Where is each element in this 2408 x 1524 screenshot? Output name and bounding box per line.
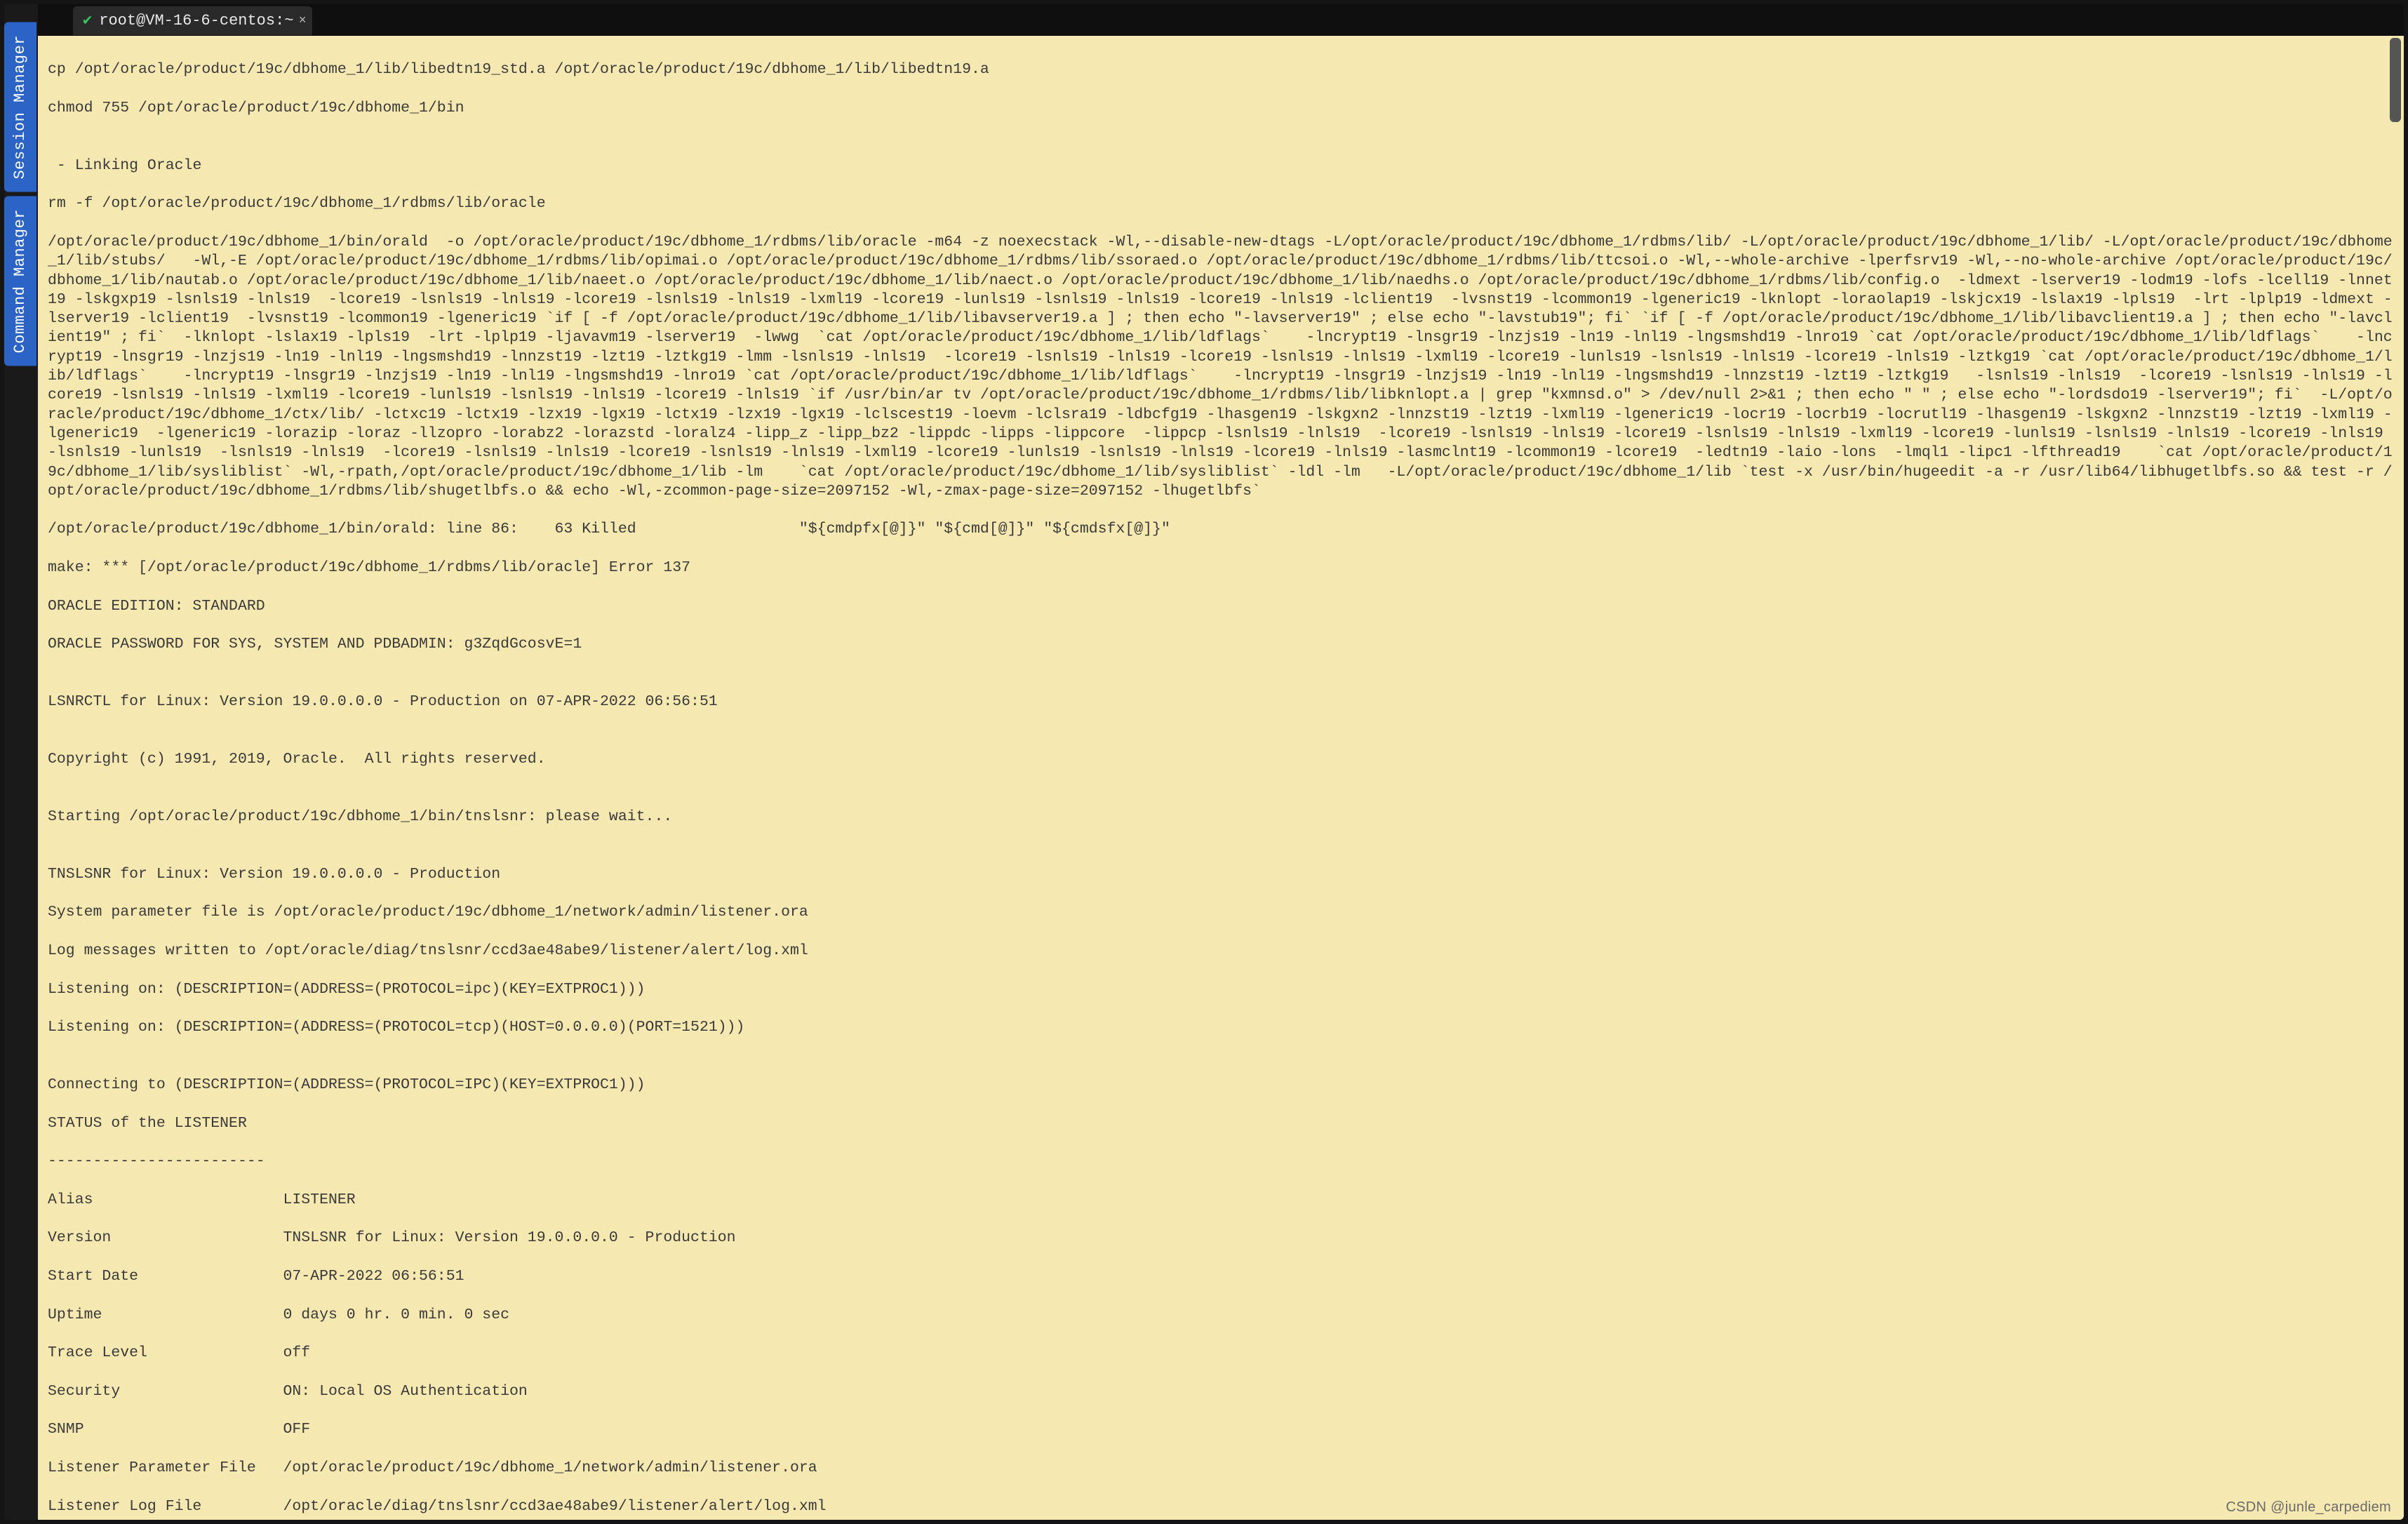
term-line: rm -f /opt/oracle/product/19c/dbhome_1/r… xyxy=(48,194,2394,213)
check-icon: ✔ xyxy=(83,13,92,29)
side-tab-panel: Session Manager Command Manager xyxy=(4,22,36,366)
term-line: STATUS of the LISTENER xyxy=(48,1114,2394,1133)
close-icon[interactable]: × xyxy=(299,14,307,28)
terminal-window: Session Manager Command Manager ✔ root@V… xyxy=(4,4,2404,1520)
term-line: LSNRCTL for Linux: Version 19.0.0.0.0 - … xyxy=(48,693,2394,711)
term-line: Uptime 0 days 0 hr. 0 min. 0 sec xyxy=(48,1306,2394,1325)
term-line: Listener Log File /opt/oracle/diag/tnsls… xyxy=(48,1497,2394,1516)
terminal-tab[interactable]: ✔ root@VM-16-6-centos:~ × xyxy=(73,6,312,35)
tab-title: root@VM-16-6-centos:~ xyxy=(99,12,293,29)
term-line: ORACLE EDITION: STANDARD xyxy=(48,597,2394,616)
term-line: Log messages written to /opt/oracle/diag… xyxy=(48,942,2394,961)
tab-bar: ✔ root@VM-16-6-centos:~ × xyxy=(38,4,2404,36)
session-manager-tab[interactable]: Session Manager xyxy=(4,22,36,192)
watermark-text: CSDN @junle_carpediem xyxy=(2226,1499,2391,1516)
term-line: TNSLSNR for Linux: Version 19.0.0.0.0 - … xyxy=(48,865,2394,884)
term-line: System parameter file is /opt/oracle/pro… xyxy=(48,903,2394,922)
term-line: - Linking Oracle xyxy=(48,156,2394,175)
term-line: Start Date 07-APR-2022 06:56:51 xyxy=(48,1267,2394,1286)
vertical-scrollbar[interactable] xyxy=(2387,35,2404,1516)
main-area: ✔ root@VM-16-6-centos:~ × cp /opt/oracle… xyxy=(38,4,2404,1520)
term-line: /opt/oracle/product/19c/dbhome_1/bin/ora… xyxy=(48,233,2394,501)
term-line: SNMP OFF xyxy=(48,1420,2394,1439)
term-line: Connecting to (DESCRIPTION=(ADDRESS=(PRO… xyxy=(48,1076,2394,1095)
term-line: Copyright (c) 1991, 2019, Oracle. All ri… xyxy=(48,750,2394,769)
term-line: Listening on: (DESCRIPTION=(ADDRESS=(PRO… xyxy=(48,1018,2394,1037)
term-line: Security ON: Local OS Authentication xyxy=(48,1382,2394,1401)
command-manager-tab[interactable]: Command Manager xyxy=(4,196,36,366)
term-line: Starting /opt/oracle/product/19c/dbhome_… xyxy=(48,808,2394,827)
term-line: ------------------------ xyxy=(48,1152,2394,1171)
term-line: Alias LISTENER xyxy=(48,1191,2394,1210)
term-line: Listening on: (DESCRIPTION=(ADDRESS=(PRO… xyxy=(48,980,2394,999)
term-line: /opt/oracle/product/19c/dbhome_1/bin/ora… xyxy=(48,520,2394,539)
terminal-output[interactable]: cp /opt/oracle/product/19c/dbhome_1/lib/… xyxy=(38,36,2404,1520)
term-line: Version TNSLSNR for Linux: Version 19.0.… xyxy=(48,1229,2394,1248)
scrollbar-thumb[interactable] xyxy=(2390,38,2401,122)
term-line: chmod 755 /opt/oracle/product/19c/dbhome… xyxy=(48,99,2394,118)
term-line: Trace Level off xyxy=(48,1344,2394,1363)
term-line: make: *** [/opt/oracle/product/19c/dbhom… xyxy=(48,559,2394,577)
term-line: ORACLE PASSWORD FOR SYS, SYSTEM AND PDBA… xyxy=(48,635,2394,654)
term-line: Listener Parameter File /opt/oracle/prod… xyxy=(48,1459,2394,1478)
term-line: cp /opt/oracle/product/19c/dbhome_1/lib/… xyxy=(48,60,2394,79)
